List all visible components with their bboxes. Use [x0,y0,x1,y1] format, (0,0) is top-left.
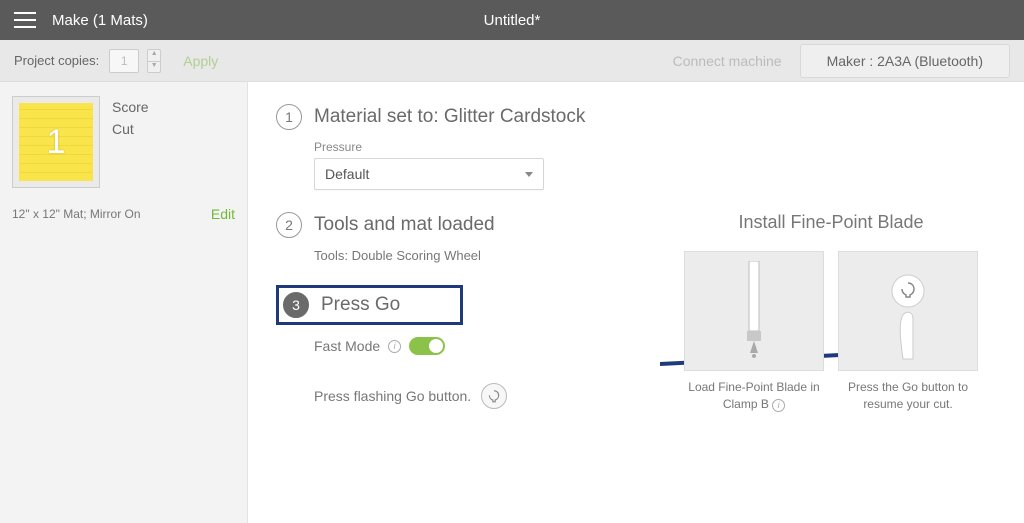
main-panel: 1 Material set to: Glitter Cardstock Pre… [248,82,1024,523]
step-1-title: Material set to: Glitter Cardstock [314,106,585,128]
sub-bar: Project copies: ▲▼ Apply Connect machine… [0,40,1024,82]
install-blade-panel: Install Fine-Point Blade Load Fine-Point… [666,212,996,413]
info-icon[interactable]: i [772,399,785,412]
go-button-icon [481,383,507,409]
mat-op-cut: Cut [112,118,149,140]
mat-operations: Score Cut [112,96,149,141]
connect-machine-link[interactable]: Connect machine [673,53,782,69]
project-copies-input[interactable] [109,49,139,73]
install-blade-title: Install Fine-Point Blade [666,212,996,233]
project-copies-label: Project copies: [14,53,99,68]
fast-mode-toggle[interactable] [409,337,445,355]
blade-card-1: Load Fine-Point Blade in Clamp B i [684,251,824,413]
menu-icon[interactable] [14,12,36,28]
fast-mode-label: Fast Mode [314,338,380,354]
info-icon[interactable]: i [388,340,401,353]
top-bar: Make (1 Mats) Untitled* [0,0,1024,40]
sidebar: 1 Score Cut 12" x 12" Mat; Mirror On Edi… [0,82,248,523]
edit-link[interactable]: Edit [211,206,235,222]
document-title: Untitled* [484,12,541,29]
chevron-down-icon [525,172,533,177]
step-3-number: 3 [283,292,309,318]
mat-card[interactable]: 1 Score Cut [12,96,235,188]
blade-card-2-caption: Press the Go button to resume your cut. [838,379,978,413]
blade-card-2: Press the Go button to resume your cut. [838,251,978,413]
pressure-select[interactable]: Default [314,158,544,190]
mat-op-score: Score [112,96,149,118]
chevron-down-icon[interactable]: ▼ [147,61,161,73]
step-1-number: 1 [276,104,302,130]
page-title: Make (1 Mats) [52,12,148,29]
step-2-number: 2 [276,212,302,238]
go-press-image [838,251,978,371]
blade-image [684,251,824,371]
chevron-up-icon[interactable]: ▲ [147,49,161,61]
step-2-title: Tools and mat loaded [314,214,495,236]
step-1: 1 Material set to: Glitter Cardstock Pre… [276,104,996,190]
pressure-value: Default [325,166,369,182]
press-go-text: Press flashing Go button. [314,388,471,404]
machine-selector[interactable]: Maker : 2A3A (Bluetooth) [800,44,1010,78]
mat-meta-text: 12" x 12" Mat; Mirror On [12,207,141,221]
step-3-highlight: 3 Press Go [276,285,463,325]
mat-thumbnail: 1 [12,96,100,188]
step-3-title: Press Go [321,294,400,316]
apply-button[interactable]: Apply [183,53,218,69]
copies-stepper[interactable]: ▲▼ [147,49,161,73]
pressure-label: Pressure [314,140,996,154]
mat-number: 1 [47,123,66,162]
blade-card-1-caption: Load Fine-Point Blade in Clamp B [688,380,819,411]
